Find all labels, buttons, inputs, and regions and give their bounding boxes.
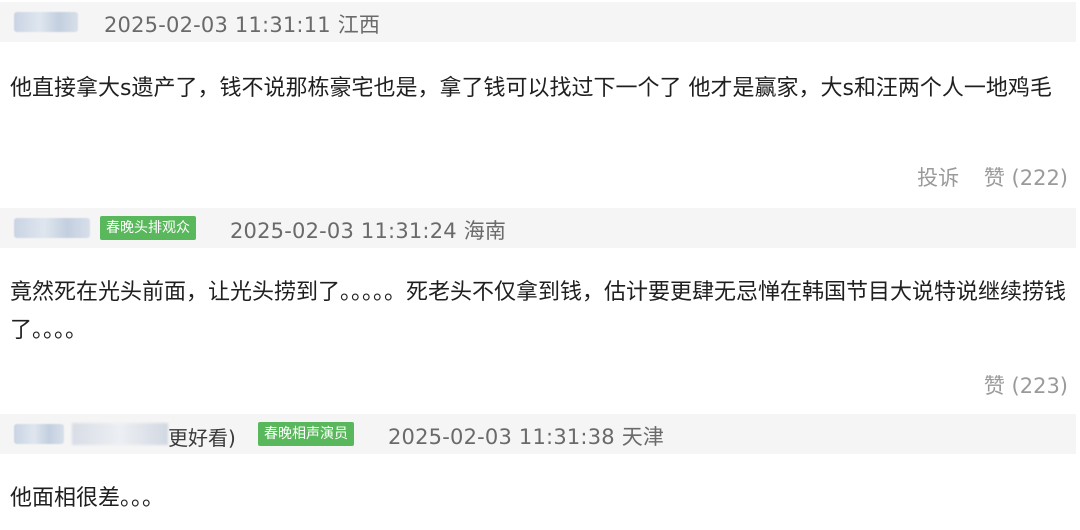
comment-time: 2025-02-03 11:31:24: [230, 219, 457, 243]
comment-time: 2025-02-03 11:31:11: [104, 13, 331, 37]
avatar-username-blurred[interactable]: [14, 424, 64, 444]
avatar-username-blurred[interactable]: [14, 218, 90, 238]
comment-meta: 2025-02-03 11:31:38 天津: [388, 421, 664, 451]
like-label: 赞: [983, 374, 1005, 398]
comment-content: 竟然死在光头前面，让光头捞到了。。。。。死老头不仅拿到钱，估计要更肆无忌惮在韩国…: [10, 280, 1067, 343]
user-badge: 春晚头排观众: [100, 216, 196, 240]
user-badge: 春晚相声演员: [258, 422, 354, 446]
comment-location: 海南: [463, 219, 507, 243]
like-count: (223): [1011, 374, 1068, 398]
comment-header: 更好看) 春晚相声演员 2025-02-03 11:31:38 天津: [0, 414, 1076, 454]
comment-meta: 2025-02-03 11:31:24 海南: [230, 215, 506, 245]
comment-header: 春晚头排观众 2025-02-03 11:31:24 海南: [0, 208, 1076, 248]
report-button[interactable]: 投诉: [917, 166, 959, 190]
like-label: 赞: [983, 166, 1005, 190]
like-count: (222): [1011, 166, 1068, 190]
like-button[interactable]: 赞 (222): [984, 166, 1068, 190]
comment-meta: 2025-02-03 11:31:11 江西: [104, 9, 380, 39]
comment-time: 2025-02-03 11:31:38: [388, 425, 615, 449]
comment-location: 江西: [337, 13, 381, 37]
comment-actions: 投诉 赞 (222): [899, 162, 1068, 192]
comment-header: 2025-02-03 11:31:11 江西: [0, 2, 1076, 42]
comment-content: 他直接拿大s遗产了，钱不说那栋豪宅也是，拿了钱可以找过下一个了 他才是赢家，大s…: [10, 76, 1052, 101]
comment-list: 2025-02-03 11:31:11 江西 他直接拿大s遗产了，钱不说那栋豪宅…: [0, 0, 1080, 530]
redacted-name-blur: [72, 423, 168, 445]
like-button[interactable]: 赞 (223): [984, 374, 1068, 398]
comment-actions: 赞 (223): [966, 370, 1068, 400]
avatar-username-blurred[interactable]: [14, 12, 78, 32]
username-suffix: 更好看): [168, 426, 236, 450]
comment-location: 天津: [621, 425, 665, 449]
comment-content: 他面相很差。。。: [10, 486, 165, 511]
